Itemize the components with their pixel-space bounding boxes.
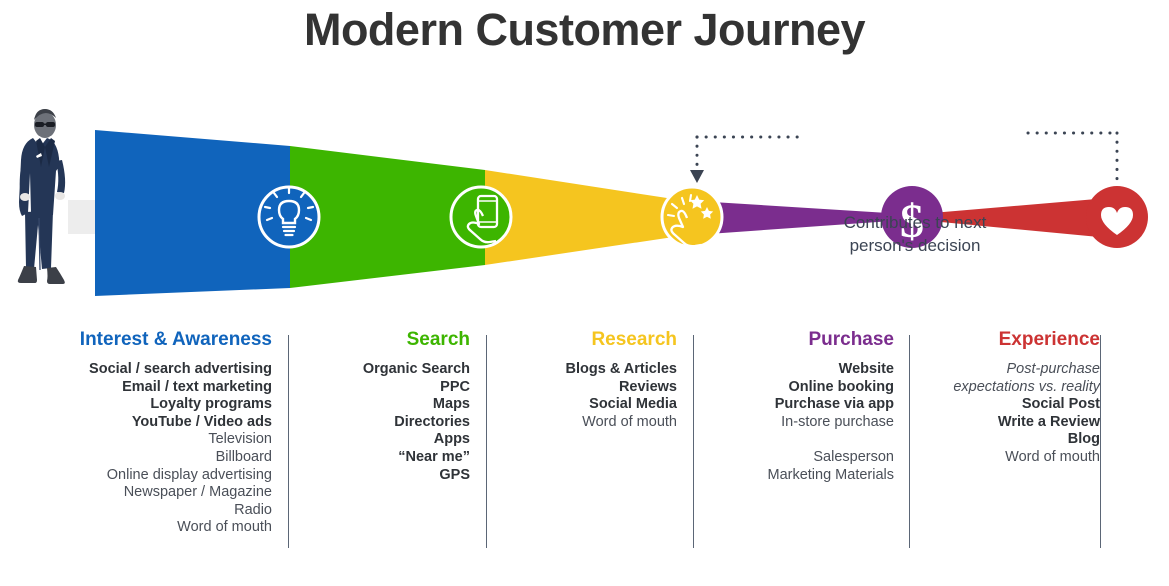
list-item: Word of mouth <box>177 519 272 536</box>
list-item: Loyalty programs <box>150 396 272 413</box>
star-rating-tap-icon <box>660 185 724 249</box>
businessman-walking-illustration <box>17 109 66 284</box>
list-item: Marketing Materials <box>767 466 894 483</box>
column-purchase: Purchase Website Online booking Purchase v… <box>700 330 894 484</box>
feedback-annotation-line2: person's decision <box>849 235 981 255</box>
column-items-purchase: Website Online booking Purchase via app In-… <box>700 361 894 484</box>
list-item: PPC <box>440 378 470 395</box>
list-item: Organic Search <box>362 361 470 377</box>
list-item: Online display advertising <box>106 466 272 483</box>
column-items-search: Organic Search PPC Maps Directories Apps “Nea… <box>288 361 470 484</box>
list-item: Social / search advertising <box>89 361 272 377</box>
list-item: Television <box>208 431 272 448</box>
funnel-label-conversion: Conversion <box>742 305 839 326</box>
column-heading-research: Research <box>591 329 677 350</box>
funnel-segment-reputation <box>485 170 680 265</box>
column-divider <box>486 335 487 548</box>
column-items-interest-awareness: Social / search advertising Email / text … <box>0 361 272 537</box>
list-item: Email / text marketing <box>122 378 272 395</box>
column-search: Search Organic Search PPC Maps Directories A… <box>288 330 470 484</box>
list-item: Website <box>838 361 894 377</box>
list-item: Word of mouth <box>1005 448 1100 465</box>
column-heading-search: Search <box>406 329 470 350</box>
list-item: Word of mouth <box>582 413 677 430</box>
column-interest-awareness: Interest & Awareness Social / search adv… <box>0 330 272 537</box>
list-item: Reviews <box>618 378 677 395</box>
list-item: Purchase via app <box>774 396 894 413</box>
list-item: Social Media <box>589 396 677 413</box>
list-item: Blog <box>1067 431 1100 448</box>
funnel-label-awareness: Awareness <box>140 305 234 326</box>
list-item: Apps <box>433 431 470 448</box>
feedback-annotation-line1: Contributes to next <box>843 213 987 232</box>
list-item: YouTube / Video ads <box>131 413 272 430</box>
list-item: “Near me” <box>398 448 470 465</box>
list-item: Radio <box>234 501 272 518</box>
column-research: Research Blogs & Articles Reviews Social M… <box>494 330 677 431</box>
column-heading-purchase: Purchase <box>808 329 894 350</box>
list-item: Blogs & Articles <box>565 361 677 377</box>
list-item: Directories <box>394 413 470 430</box>
feedback-arrowhead-icon <box>690 170 704 183</box>
list-item: Newspaper / Magazine <box>123 484 272 501</box>
list-item: Online booking <box>788 378 894 395</box>
column-items-experience: Post-purchase expectations vs. reality Soc… <box>916 361 1100 467</box>
column-divider <box>693 335 694 548</box>
lightbulb-icon <box>257 185 321 249</box>
column-heading-experience: Experience <box>998 329 1100 350</box>
funnel-label-advocacy: Advocacy <box>995 305 1078 326</box>
list-item: Write a Review <box>997 413 1100 430</box>
list-item-spacer <box>700 431 894 449</box>
column-items-research: Blogs & Articles Reviews Social Media Word … <box>494 361 677 431</box>
list-item: expectations vs. reality <box>953 378 1100 395</box>
list-item: Maps <box>432 396 470 413</box>
column-experience: Experience Post-purchase expectations vs.… <box>916 330 1100 467</box>
page-title: Modern Customer Journey <box>303 4 866 55</box>
funnel-label-reputation: Reputation <box>537 305 629 326</box>
customer-journey-funnel: $ Awareness Findability Reputation Conve… <box>0 100 1169 325</box>
heart-icon <box>1086 186 1148 248</box>
mobile-tap-icon <box>449 185 513 249</box>
journey-detail-columns: Interest & Awareness Social / search adv… <box>0 330 1169 586</box>
list-item: Social Post <box>1021 396 1100 413</box>
list-item: GPS <box>439 466 470 483</box>
list-item: Billboard <box>215 448 272 465</box>
column-divider <box>1100 335 1101 548</box>
list-item: Post-purchase <box>1006 361 1101 377</box>
feedback-annotation: Contributes to next person's decision <box>805 212 1025 258</box>
funnel-graphic: $ <box>17 109 1148 296</box>
column-divider <box>909 335 910 548</box>
funnel-label-findability: Findability <box>336 305 422 326</box>
column-divider <box>288 335 289 548</box>
feedback-dotted-connectors <box>695 131 1119 186</box>
column-heading-interest-awareness: Interest & Awareness <box>79 329 272 350</box>
list-item: In-store purchase <box>781 413 894 430</box>
list-item: Salesperson <box>813 448 894 465</box>
